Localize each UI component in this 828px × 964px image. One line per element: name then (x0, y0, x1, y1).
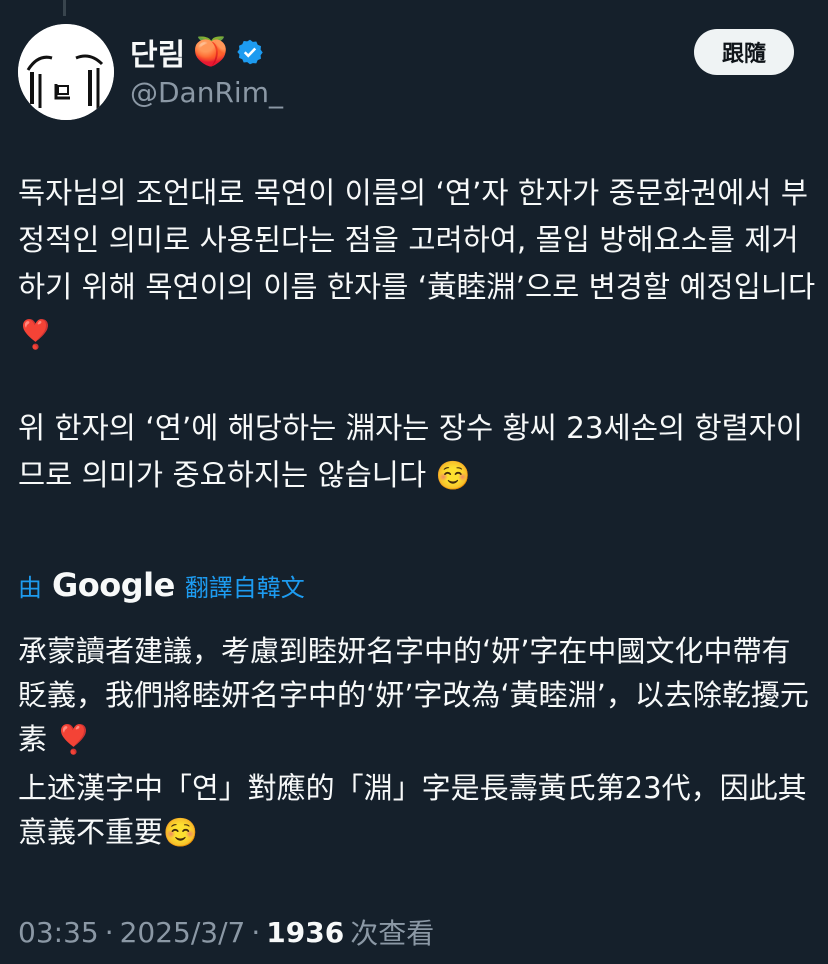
peach-emoji: 🍑 (193, 35, 229, 68)
tweet-paragraph-2-text: 위 한자의 ‘연’에 해당하는 淵자는 장수 황씨 23세손의 항렬자이므로 의… (18, 411, 804, 492)
heart-exclamation-emoji: ❣️ (56, 723, 92, 756)
author-name-row: 단림 🍑 (130, 30, 264, 74)
meta-separator: · (104, 915, 114, 949)
translation-attribution[interactable]: 由 Google 翻譯自韓文 (18, 563, 305, 607)
translated-paragraph-1-text: 承蒙讀者建議，考慮到睦妍名字中的‘妍’字在中國文化中帶有貶義，我們將睦妍名字中的… (18, 634, 809, 756)
tweet-paragraph-2: 위 한자의 ‘연’에 해당하는 淵자는 장수 황씨 23세손의 항렬자이므로 의… (18, 405, 818, 499)
tweet-header: 단림 🍑 @DanRim_ 跟隨 (18, 24, 810, 122)
meta-separator: · (251, 915, 261, 949)
views-label: 次查看 (350, 917, 435, 950)
translated-paragraph-2-text: 上述漢字中「연」對應的「淵」字是長壽黃氏第23代，因此其意義不重要 (18, 771, 807, 849)
translation-source-label: 翻譯自韓文 (184, 573, 305, 602)
smiling-emoji: ☺️ (163, 816, 198, 849)
translated-paragraph-2: 上述漢字中「연」對應的「淵」字是長壽黃氏第23代，因此其意義不重要☺️ (18, 766, 818, 855)
thread-connector-line (63, 0, 66, 16)
tweet-meta: 03:35 · 2025/3/7 · 1936 次查看 (18, 910, 434, 954)
translated-paragraph-1: 承蒙讀者建議，考慮到睦妍名字中的‘妍’字在中國文化中帶有貶義，我們將睦妍名字中的… (18, 629, 818, 762)
views-count: 1936 (266, 915, 345, 949)
follow-button[interactable]: 跟隨 (694, 29, 794, 75)
translation-prefix: 由 (18, 573, 42, 602)
avatar[interactable] (18, 24, 114, 120)
tweet-date[interactable]: 2025/3/7 (120, 916, 246, 949)
author-display-name[interactable]: 단림 (130, 30, 185, 74)
avatar-drawing-icon (18, 24, 114, 120)
heart-exclamation-emoji: ❣️ (18, 318, 53, 351)
google-logo: Google (52, 566, 175, 604)
smiling-emoji: ☺️ (435, 459, 471, 492)
tweet-detail-page: 단림 🍑 @DanRim_ 跟隨 독자님의 조언대로 목연이 이름의 ‘연’자 … (0, 0, 828, 964)
verified-badge-icon[interactable] (236, 38, 264, 66)
translated-text: 承蒙讀者建議，考慮到睦妍名字中的‘妍’字在中國文化中帶有貶義，我們將睦妍名字中的… (18, 629, 818, 859)
tweet-paragraph-1-text: 독자님의 조언대로 목연이 이름의 ‘연’자 한자가 중문화권에서 부정적인 의… (18, 176, 816, 304)
author-handle[interactable]: @DanRim_ (130, 76, 283, 109)
tweet-paragraph-1: 독자님의 조언대로 목연이 이름의 ‘연’자 한자가 중문화권에서 부정적인 의… (18, 170, 818, 358)
tweet-text: 독자님의 조언대로 목연이 이름의 ‘연’자 한자가 중문화권에서 부정적인 의… (18, 170, 818, 499)
tweet-time[interactable]: 03:35 (18, 916, 99, 949)
